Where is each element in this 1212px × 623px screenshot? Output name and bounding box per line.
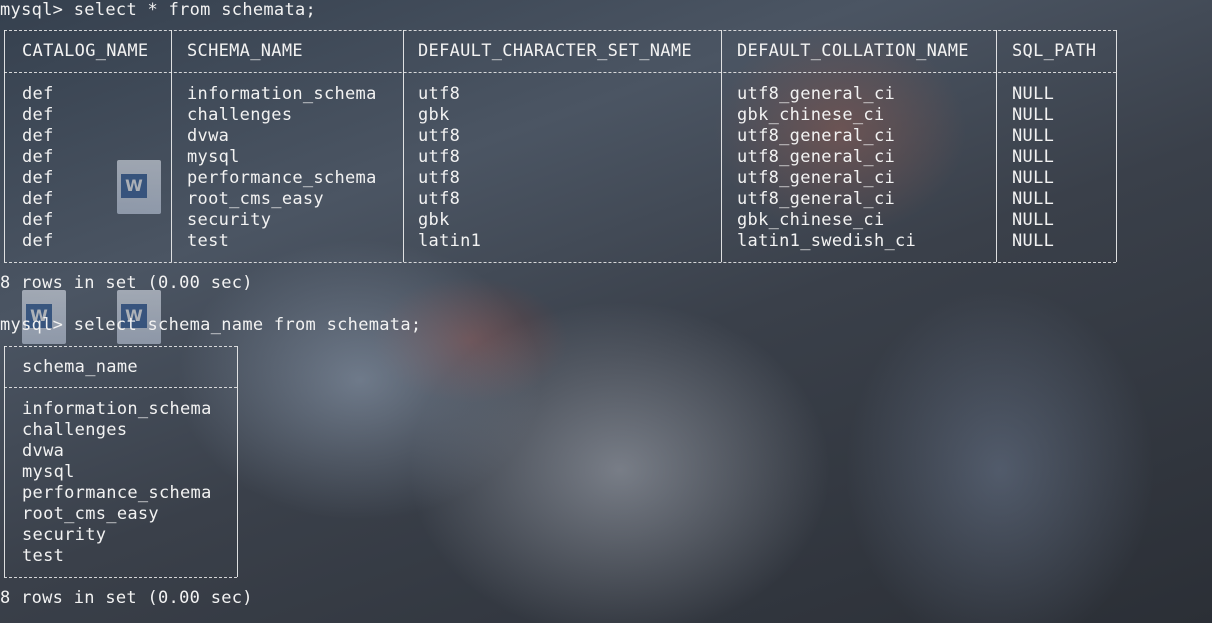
table-cell: performance_schema [22, 483, 212, 503]
table-cell: def [22, 126, 54, 146]
result-summary: 8 rows in set (0.00 sec) [0, 273, 253, 293]
column-header: SQL_PATH [1012, 41, 1097, 61]
table-cell: utf8_general_ci [737, 147, 896, 167]
table-column-separator [171, 30, 172, 262]
table-cell: NULL [1012, 189, 1055, 209]
table-cell: test [187, 231, 230, 251]
table-cell: gbk [418, 105, 450, 125]
table-cell: NULL [1012, 126, 1055, 146]
prompt: mysql> [0, 0, 64, 20]
sql-query: select schema_name from schemata; [73, 315, 422, 335]
table-cell: performance_schema [187, 168, 377, 188]
table-cell: def [22, 168, 54, 188]
table-cell: utf8 [418, 84, 461, 104]
table-cell: gbk [418, 210, 450, 230]
table-cell: utf8 [418, 126, 461, 146]
table-cell: NULL [1012, 168, 1055, 188]
table-column-separator [237, 346, 238, 577]
table-cell: challenges [22, 420, 128, 440]
table-cell: latin1 [418, 231, 482, 251]
table-cell: NULL [1012, 105, 1055, 125]
column-header: schema_name [22, 357, 138, 377]
table-cell: utf8_general_ci [737, 126, 896, 146]
table-cell: def [22, 231, 54, 251]
column-header: SCHEMA_NAME [187, 41, 303, 61]
command-line: mysql> select * from schemata; [0, 0, 316, 21]
table-column-separator [1116, 30, 1117, 262]
terminal-window[interactable]: mysql> select * from schemata; CATALOG_N… [0, 0, 1212, 623]
table-cell: utf8 [418, 147, 461, 167]
table-cell: def [22, 210, 54, 230]
table-cell: utf8 [418, 168, 461, 188]
table-cell: dvwa [22, 441, 65, 461]
sql-query: select * from schemata; [73, 0, 317, 20]
column-header: DEFAULT_CHARACTER_SET_NAME [418, 41, 692, 61]
table-cell: security [187, 210, 272, 230]
table-column-separator [4, 346, 5, 577]
table-column-separator [403, 30, 404, 262]
table-cell: mysql [22, 462, 75, 482]
table-cell: NULL [1012, 84, 1055, 104]
table-column-separator [721, 30, 722, 262]
table-cell: utf8_general_ci [737, 189, 896, 209]
table-cell: mysql [187, 147, 240, 167]
table-cell: def [22, 189, 54, 209]
table-cell: gbk_chinese_ci [737, 105, 885, 125]
table-cell: challenges [187, 105, 293, 125]
table-cell: utf8_general_ci [737, 168, 896, 188]
table-column-separator [996, 30, 997, 262]
table-cell: latin1_swedish_ci [737, 231, 917, 251]
table-cell: NULL [1012, 231, 1055, 251]
table-cell: root_cms_easy [22, 504, 159, 524]
result-summary: 8 rows in set (0.00 sec) [0, 588, 253, 608]
table-cell: def [22, 147, 54, 167]
column-header: DEFAULT_COLLATION_NAME [737, 41, 969, 61]
table-cell: test [22, 546, 65, 566]
table-cell: information_schema [187, 84, 377, 104]
column-header: CATALOG_NAME [22, 41, 149, 61]
table-border [4, 577, 237, 578]
table-border [4, 346, 237, 347]
table-cell: def [22, 84, 54, 104]
table-border [4, 262, 1116, 263]
table-cell: def [22, 105, 54, 125]
table-column-separator [4, 30, 5, 262]
table-cell: gbk_chinese_ci [737, 210, 885, 230]
table-cell: dvwa [187, 126, 230, 146]
table-cell: utf8_general_ci [737, 84, 896, 104]
prompt: mysql> [0, 315, 64, 335]
table-cell: security [22, 525, 107, 545]
table-cell: NULL [1012, 210, 1055, 230]
table-border [4, 387, 237, 388]
table-cell: utf8 [418, 189, 461, 209]
table-cell: information_schema [22, 399, 212, 419]
table-cell: root_cms_easy [187, 189, 324, 209]
command-line: mysql> select schema_name from schemata; [0, 315, 421, 336]
table-cell: NULL [1012, 147, 1055, 167]
